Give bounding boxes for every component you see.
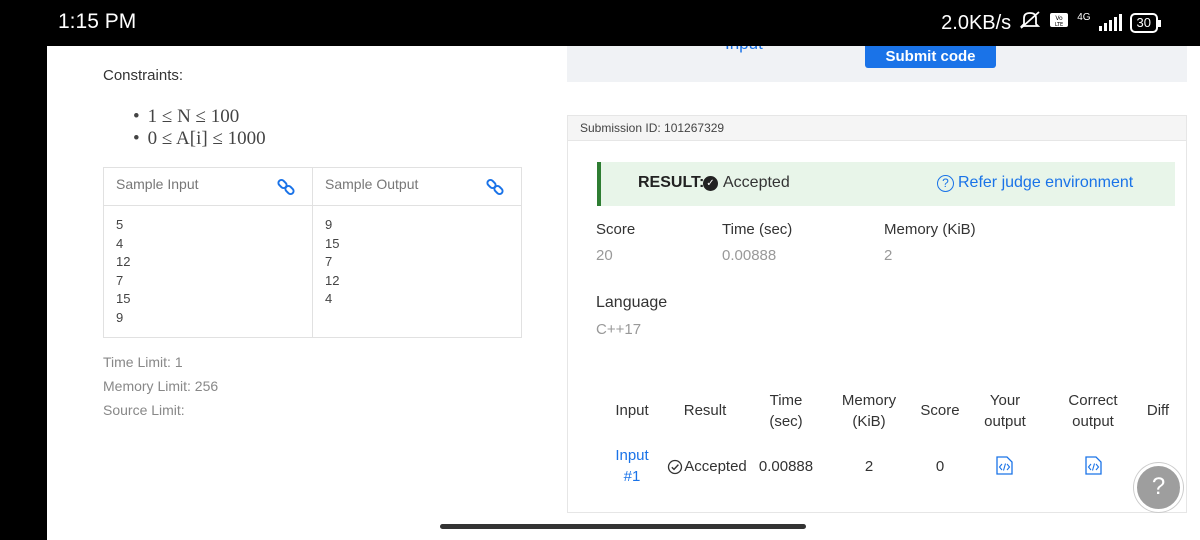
score-value: 20	[596, 247, 613, 264]
input-tab[interactable]: Input	[725, 46, 763, 54]
battery-level: 30	[1136, 15, 1151, 30]
volte-icon: Vo LTE	[1049, 11, 1069, 35]
row-score: 0	[935, 458, 945, 475]
view-correct-output-icon[interactable]	[1085, 456, 1102, 475]
submission-id: Submission ID: 101267329	[568, 116, 1186, 141]
sample-output-line: 7	[325, 254, 333, 269]
score-label: Score	[596, 221, 636, 238]
result-banner: RESULT: ✓ Accepted ? Refer judge environ…	[597, 162, 1175, 206]
sample-input-line: 4	[116, 235, 124, 251]
time-value: 0.00888	[722, 247, 777, 264]
constraint-item: 1 ≤ N ≤ 100	[133, 106, 266, 128]
memory-label: Memory (KiB)	[884, 221, 976, 238]
status-icons: 2.0KB/s Vo LTE 4G 30	[941, 10, 1162, 36]
sample-input-line: 12	[116, 254, 131, 269]
network-type: 4G	[1077, 11, 1091, 23]
result-text: Accepted	[723, 174, 790, 191]
svg-text:Vo: Vo	[1056, 15, 1064, 22]
col-correct-line1: Correct	[1068, 392, 1118, 409]
col-time: Time (sec)	[756, 390, 816, 432]
source-limit: Source Limit:	[103, 402, 185, 418]
status-bar: 1:15 PM 2.0KB/s Vo LTE 4G 30	[0, 0, 1200, 46]
col-time-line2: (sec)	[769, 413, 803, 430]
check-circle-icon: ✓	[703, 175, 718, 191]
language-label: Language	[596, 294, 668, 311]
time-label: Time (sec)	[722, 221, 793, 238]
result-value: ✓ Accepted	[703, 174, 790, 192]
submit-code-button[interactable]: Submit code	[865, 46, 996, 68]
input-link-line2: #1	[623, 468, 641, 485]
col-correct-output: Correct output	[1058, 390, 1128, 432]
sample-input-line: 9	[116, 309, 124, 325]
sample-output-line: 9	[325, 217, 333, 232]
col-memory-line2: (KiB)	[852, 413, 886, 430]
editor-bar: Input Submit code	[567, 46, 1187, 82]
col-result: Result	[683, 402, 727, 419]
col-your-line1: Your	[989, 392, 1021, 409]
result-label: RESULT:	[638, 174, 705, 191]
mute-icon	[1019, 10, 1041, 36]
col-memory: Memory (KiB)	[834, 390, 904, 432]
time-limit: Time Limit: 1	[103, 354, 183, 370]
signal-icon	[1098, 14, 1122, 31]
score-stat: Score 20	[596, 221, 635, 264]
sample-output-line: 4	[325, 291, 333, 306]
col-your-line2: output	[984, 413, 1026, 430]
submission-panel: Submission ID: 101267329 RESULT: ✓ Accep…	[567, 115, 1187, 513]
constraints-title: Constraints:	[103, 67, 184, 84]
question-mark-icon[interactable]: ?	[1134, 463, 1183, 512]
help-circle-icon: ?	[937, 174, 954, 192]
sample-output-line: 12	[325, 272, 340, 288]
col-input: Input	[615, 402, 649, 419]
sample-table: Sample Input 5 4 12 7 15 9 Sample Output	[103, 167, 522, 338]
status-time: 1:15 PM	[58, 10, 137, 33]
limits: Time Limit: 1 Memory Limit: 256 Source L…	[103, 350, 218, 422]
copy-link-icon[interactable]	[276, 177, 296, 197]
sample-input-line: 15	[116, 291, 131, 306]
sample-input-values: 5 4 12 7 15 9	[104, 206, 312, 337]
check-circle-outline-icon	[668, 459, 683, 474]
col-your-output: Your output	[972, 390, 1038, 432]
constraints-list: 1 ≤ N ≤ 100 0 ≤ A[i] ≤ 1000	[133, 106, 266, 150]
row-result: Accepted	[662, 456, 752, 477]
sample-input-header: Sample Input	[104, 168, 312, 206]
row-time: 0.00888	[758, 458, 814, 475]
sample-output-header: Sample Output	[313, 168, 521, 206]
input-link[interactable]: Input #1	[602, 445, 662, 487]
memory-limit: Memory Limit: 256	[103, 378, 219, 394]
problem-panel: Constraints: 1 ≤ N ≤ 100 0 ≤ A[i] ≤ 1000…	[47, 46, 547, 540]
col-diff: Diff	[1146, 402, 1170, 419]
screen: Constraints: 1 ≤ N ≤ 100 0 ≤ A[i] ≤ 1000…	[47, 46, 1200, 540]
sample-output-column: Sample Output 9 15 7 12 4	[313, 168, 521, 337]
col-memory-line1: Memory	[841, 392, 897, 409]
sample-output-values: 9 15 7 12 4	[313, 206, 521, 319]
sample-output-line: 15	[325, 235, 340, 251]
constraint-item: 0 ≤ A[i] ≤ 1000	[133, 128, 266, 150]
refer-judge-label: Refer judge environment	[958, 174, 1134, 191]
battery-icon: 30	[1129, 13, 1162, 33]
row-result-text: Accepted	[684, 458, 747, 475]
input-link-line1: Input	[615, 447, 649, 464]
sample-input-line: 7	[116, 272, 124, 288]
refer-judge-link[interactable]: ? Refer judge environment	[937, 174, 1133, 192]
memory-value: 2	[884, 247, 893, 264]
col-time-line1: Time	[769, 392, 803, 409]
view-your-output-icon[interactable]	[996, 456, 1013, 475]
col-correct-line2: output	[1072, 413, 1114, 430]
svg-text:LTE: LTE	[1055, 22, 1063, 28]
memory-stat: Memory (KiB) 2	[884, 221, 976, 264]
language-stat: Language C++17	[596, 294, 667, 338]
home-indicator[interactable]	[440, 524, 806, 529]
copy-link-icon[interactable]	[485, 177, 505, 197]
sample-input-column: Sample Input 5 4 12 7 15 9	[104, 168, 313, 337]
sample-input-label: Sample Input	[116, 176, 199, 192]
network-speed: 2.0KB/s	[941, 11, 1012, 34]
language-value: C++17	[596, 321, 642, 338]
sample-input-line: 5	[116, 217, 124, 232]
row-memory: 2	[864, 458, 874, 475]
time-stat: Time (sec) 0.00888	[722, 221, 792, 264]
sample-output-label: Sample Output	[325, 176, 419, 192]
col-score: Score	[920, 402, 960, 419]
